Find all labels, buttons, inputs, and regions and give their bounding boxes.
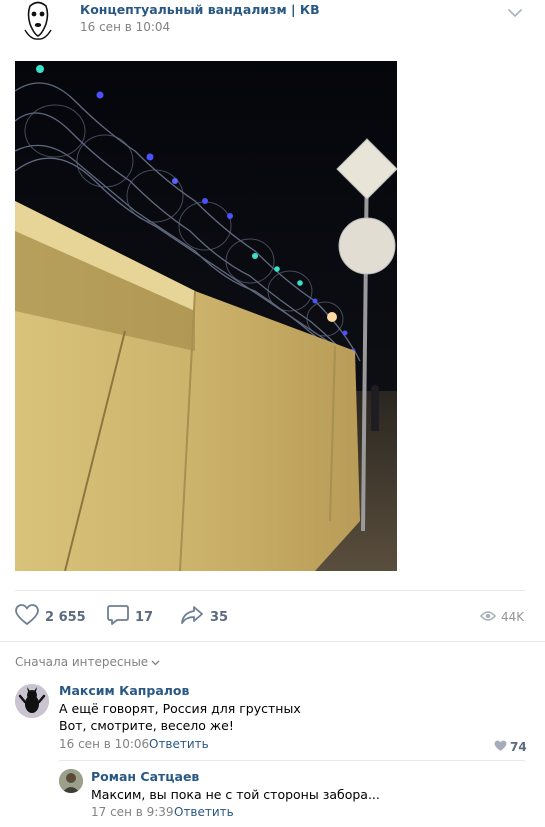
commenter-avatar[interactable] [59,769,83,793]
comment-text: Максим, вы пока не с той стороны забора.… [91,787,380,802]
heart-icon [15,604,39,630]
divider [59,760,525,761]
comment-icon [107,604,129,630]
chevron-down-icon[interactable] [507,4,523,18]
comment-text-line: Вот, смотрите, весело же! [59,718,234,733]
like-button[interactable]: 2 655 [15,604,86,630]
post-author[interactable]: Концептуальный вандализм | КВ [80,2,320,17]
share-arrow-icon [180,605,204,629]
commenter-avatar[interactable] [15,684,49,718]
post-photo[interactable] [15,61,397,571]
shares-count: 35 [210,609,229,625]
views-counter: 44K [480,607,524,626]
comment-text-line: А ещё говорят, Россия для грустных [59,701,301,716]
divider [15,590,525,591]
comment-date[interactable]: 16 сен в 10:06 [59,737,149,751]
views-count: 44K [501,609,525,624]
community-avatar[interactable] [19,0,57,40]
eye-icon [480,607,496,626]
comments-count: 17 [135,609,154,625]
comment-date[interactable]: 17 сен в 9:39 [91,805,174,819]
comment-like-button[interactable]: 74 [494,737,527,756]
heart-icon [494,737,507,756]
likes-count: 2 655 [45,609,86,625]
divider [0,641,545,642]
chevron-down-icon [148,655,160,669]
share-button[interactable]: 35 [180,604,228,630]
comment-button[interactable]: 17 [107,604,153,630]
post-date[interactable]: 16 сен в 10:04 [80,20,170,34]
reply-button[interactable]: Ответить [149,737,209,751]
reply-button[interactable]: Ответить [174,805,234,819]
comments-sort-dropdown[interactable]: Сначала интересные [15,655,160,669]
comment-author[interactable]: Максим Капралов [59,683,189,698]
comments-sort-label: Сначала интересные [15,655,149,669]
comment-likes-count: 74 [510,739,527,754]
comment-author[interactable]: Роман Сатцаев [91,769,199,784]
